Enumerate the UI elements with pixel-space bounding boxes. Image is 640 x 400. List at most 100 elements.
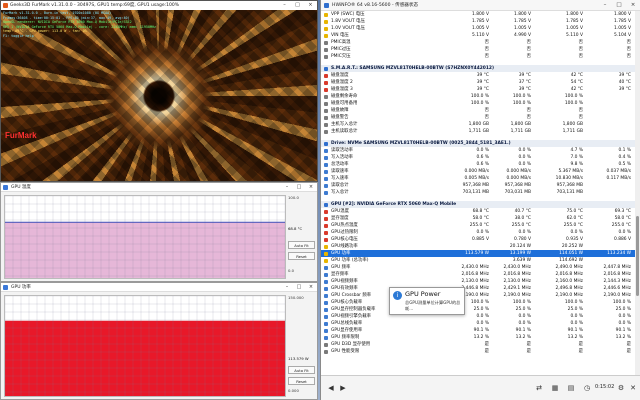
vertical-scrollbar[interactable] bbox=[635, 11, 640, 375]
graph-fill-area bbox=[5, 320, 285, 396]
auto-fit-button[interactable]: Auto Fit bbox=[288, 366, 315, 374]
sensor-row[interactable]: GPU线路功率 20.124 W 20.252 W bbox=[321, 243, 635, 250]
hwinfo-app-icon bbox=[324, 3, 329, 8]
sensor-row[interactable]: GPU 功率 113.579 W 13.199 W 114.051 W 113.234 … bbox=[321, 250, 635, 257]
sensor-row[interactable]: 读取总计 957,368 MB 957,368 MB 957,368 MB bbox=[321, 182, 635, 189]
minimize-icon[interactable]: – bbox=[278, 1, 291, 10]
auto-fit-button[interactable]: Auto Fit bbox=[288, 241, 315, 249]
sensor-row[interactable]: 磁盘剩余寿命 100.0 % 100.0 % 100.0 % bbox=[321, 93, 635, 100]
nav-left-icon[interactable]: ◀ bbox=[325, 382, 337, 394]
minimize-icon[interactable]: – bbox=[598, 0, 612, 11]
sensor-row[interactable]: 总活动率 0.6 % 0.0 % 9.8 % 0.5 % bbox=[321, 161, 635, 168]
sensor-row[interactable]: 显存温度 58.0 °C 38.0 °C 62.0 °C 58.0 °C bbox=[321, 215, 635, 222]
hwinfo-titlebar[interactable]: HWiNFO® 64 v8.16-5600 - 传感器状态 – □ × bbox=[321, 0, 640, 11]
sensor-row[interactable]: GPU 频率 2,430.0 MHz 2,430.0 MHz 2,490.0 MHz 2… bbox=[321, 264, 635, 271]
sensor-row[interactable]: 主机写入总计 1,800 GB 1,800 GB 1,800 GB bbox=[321, 121, 635, 128]
sensor-row[interactable]: 磁盘温度 39 °C 39 °C 42 °C 39 °C bbox=[321, 72, 635, 79]
sensor-row[interactable]: GPU 频率限制 13.2 % 13.2 % 13.2 % 13.2 % bbox=[321, 334, 635, 341]
maximize-icon[interactable]: □ bbox=[291, 1, 304, 10]
sensor-table[interactable]: VPP (SWC) 电压 1.800 V 1.800 V 1.800 V 1.800 V… bbox=[321, 11, 635, 375]
nav-right-icon[interactable]: ▶ bbox=[337, 382, 349, 394]
clock-icon: ◷ bbox=[583, 384, 591, 392]
close-icon[interactable]: ✕ bbox=[627, 382, 639, 394]
clock-icon bbox=[324, 335, 328, 340]
clock-icon bbox=[324, 190, 328, 195]
sensor-row[interactable]: 写入速率 0.005 MB/s 0.000 MB/s 10.830 MB/s 0.117… bbox=[321, 175, 635, 182]
sensor-section-header[interactable]: S.M.A.R.T.: SAMSUNG MZVL81T0HELB-00BTW (… bbox=[321, 65, 635, 72]
sensor-row[interactable]: GPU核心负载率 100.0 % 100.0 % 100.0 % 100.0 % bbox=[321, 299, 635, 306]
current-value: 是 bbox=[484, 349, 489, 354]
maximum-value: 2,190.0 MHz bbox=[555, 293, 583, 298]
minimum-value: 0.0 % bbox=[518, 314, 531, 319]
sensor-row[interactable]: GPU显存控制器负载率 25.0 % 25.0 % 25.0 % 25.0 % bbox=[321, 306, 635, 313]
reset-button[interactable]: Reset bbox=[288, 252, 315, 260]
sensor-row[interactable]: GPU有效频率 2,446.8 MHz 2,429.1 MHz 2,496.8 MHz… bbox=[321, 285, 635, 292]
minimize-icon[interactable]: – bbox=[281, 183, 293, 192]
maximum-value: 9.8 % bbox=[570, 162, 583, 167]
sensor-row[interactable]: 1.0V VOUT 电压 1.005 V 1.005 V 1.005 V 1.005 V bbox=[321, 25, 635, 32]
maximum-value: 2,490.0 MHz bbox=[555, 265, 583, 270]
sensor-row[interactable]: 磁盘故障否否否 bbox=[321, 107, 635, 114]
close-icon[interactable]: × bbox=[305, 283, 317, 292]
report-icon[interactable]: ▤ bbox=[565, 382, 577, 394]
maximize-icon[interactable]: □ bbox=[293, 283, 305, 292]
sensor-label: GPU [#2]: NVIDIA GeForce RTX 5060 Max-Q … bbox=[331, 202, 457, 207]
sensor-row[interactable]: GPU过热限制 0.0 % 0.0 % 0.0 % 0.0 % bbox=[321, 229, 635, 236]
sensor-row[interactable]: GPU总线负载率 0.0 % 0.0 % 0.0 % 0.0 % bbox=[321, 320, 635, 327]
box-icon bbox=[324, 129, 328, 134]
maximize-icon[interactable]: □ bbox=[293, 183, 305, 192]
current-value: 0.0 % bbox=[476, 321, 489, 326]
box-icon bbox=[324, 40, 328, 45]
gpu-temp-titlebar[interactable]: GPU 温度 – □ × bbox=[1, 183, 317, 192]
sensor-section-header[interactable]: GPU [#2]: NVIDIA GeForce RTX 5060 Max-Q … bbox=[321, 201, 635, 208]
close-icon[interactable]: × bbox=[304, 1, 317, 10]
minimize-icon[interactable]: – bbox=[281, 283, 293, 292]
sensor-row[interactable]: 显存频率 2,016.8 MHz 2,016.8 MHz 2,016.8 MHz 2,0… bbox=[321, 271, 635, 278]
reset-button[interactable]: Reset bbox=[288, 377, 315, 385]
sensor-section-header[interactable]: Drive: NVMe SAMSUNG MZVL81T0HELB-00BTW (… bbox=[321, 140, 635, 147]
sensor-row[interactable]: PMIC欠压否否否否 bbox=[321, 53, 635, 60]
sensor-row[interactable]: 磁盘温度 3 39 °C 39 °C 42 °C 39 °C bbox=[321, 86, 635, 93]
sensor-row[interactable]: GPU视频引擎负载率 0.0 % 0.0 % 0.0 % 0.0 % bbox=[321, 313, 635, 320]
sensor-row[interactable]: 读取活动率 0.0 % 0.0 % 4.7 % 0.1 % bbox=[321, 147, 635, 154]
maximize-icon[interactable]: □ bbox=[612, 0, 626, 11]
gpu-power-graph-window[interactable]: GPU 功率 – □ × 150.000 113.579 W Auto Fit … bbox=[0, 282, 318, 400]
sensor-row[interactable]: GPU视频频率 2,130.0 MHz 2,130.0 MHz 2,160.0 MHz… bbox=[321, 278, 635, 285]
sensor-row[interactable]: GPU 性能受限是是是是 bbox=[321, 348, 635, 355]
sensor-row[interactable]: 磁盘温度 2 39 °C 37 °C 54 °C 40 °C bbox=[321, 79, 635, 86]
average-value: 是 bbox=[626, 342, 631, 347]
gpu-temp-graph-window[interactable]: GPU 温度 – □ × 100.0 68.8 °C Auto Fit Rese… bbox=[0, 182, 318, 282]
sensor-row[interactable]: 1.8V VOUT 电压 1.785 V 1.785 V 1.785 V 1.785 V bbox=[321, 18, 635, 25]
sensor-row[interactable]: VPP (SWC) 电压 1.800 V 1.800 V 1.800 V 1.800 V bbox=[321, 11, 635, 18]
sensor-row[interactable]: 磁盘可用备用 100.0 % 100.0 % 100.0 % bbox=[321, 100, 635, 107]
sensor-row[interactable]: GPU温度 68.8 °C 40.7 °C 75.0 °C 69.3 °C bbox=[321, 208, 635, 215]
network-icon[interactable]: ⇄ bbox=[533, 382, 545, 394]
settings-icon[interactable]: ⚙ bbox=[615, 382, 627, 394]
sensor-label: GPU线路功率 bbox=[331, 244, 358, 249]
sensor-row[interactable]: 写入活动率 0.6 % 0.0 % 7.0 % 0.4 % bbox=[321, 154, 635, 161]
scrollbar-thumb[interactable] bbox=[636, 216, 639, 296]
minimum-value: 90.1 % bbox=[515, 328, 531, 333]
graph-icon[interactable]: ▦ bbox=[549, 382, 561, 394]
sensor-row[interactable]: GPU D3D 显存使用是是是是 bbox=[321, 341, 635, 348]
sensor-row[interactable]: 磁盘警告否否否 bbox=[321, 114, 635, 121]
close-icon[interactable]: × bbox=[305, 183, 317, 192]
sensor-row[interactable]: GPU 功率 (总功率) 3.639 W 114.692 W bbox=[321, 257, 635, 264]
maximum-value: 是 bbox=[578, 349, 583, 354]
sensor-row[interactable]: GPU显存使用率 90.1 % 90.1 % 90.1 % 90.1 % bbox=[321, 327, 635, 334]
sensor-row[interactable]: 主机读取总计 1,711 GB 1,711 GB 1,711 GB bbox=[321, 128, 635, 135]
sensor-row[interactable]: 读取速率 0.000 MB/s 0.000 MB/s 5.367 MB/s 0.037 … bbox=[321, 168, 635, 175]
hwinfo-window[interactable]: HWiNFO® 64 v8.16-5600 - 传感器状态 – □ × VPP … bbox=[320, 0, 640, 400]
sensor-row[interactable]: VIN 电压 5.110 V 4.990 V 5.110 V 5.104 V bbox=[321, 32, 635, 39]
sensor-row[interactable]: GPU热点温度 255.0 °C 255.0 °C 255.0 °C 255.0 °C bbox=[321, 222, 635, 229]
gpu-power-titlebar[interactable]: GPU 功率 – □ × bbox=[1, 283, 317, 292]
average-value: 2,446.6 MHz bbox=[603, 286, 631, 291]
sensor-row[interactable]: PMIC过压否否否否 bbox=[321, 46, 635, 53]
furmark-window[interactable]: Geeks3D FurMark v1.31.0.0 - 30497S, GPU1… bbox=[0, 0, 318, 182]
sensor-row[interactable]: GPU Crossbar 频率 2,190.0 MHz 2,190.0 MHz 2,1… bbox=[321, 292, 635, 299]
close-icon[interactable]: × bbox=[626, 0, 640, 11]
furmark-titlebar[interactable]: Geeks3D FurMark v1.31.0.0 - 30497S, GPU1… bbox=[1, 1, 317, 10]
sensor-row[interactable]: GPU核心电压 0.885 V 0.780 V 0.935 V 0.886 V bbox=[321, 236, 635, 243]
sensor-row[interactable]: PMIC高温否否否否 bbox=[321, 39, 635, 46]
sensor-row[interactable]: 写入总计 703,131 MB 703,031 MB 703,131 MB bbox=[321, 189, 635, 196]
